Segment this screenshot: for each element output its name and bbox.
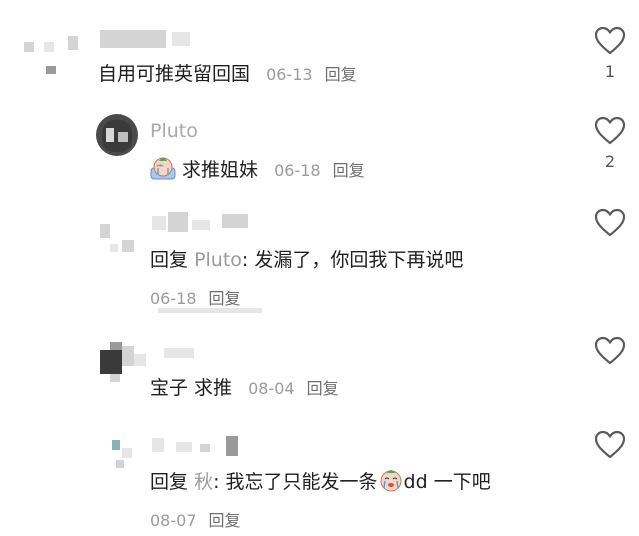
avatar[interactable] [96,114,138,156]
comment-text: 回复 秋: 我忘了只能发一条 dd 一下吧 [150,468,491,494]
like-control[interactable]: 2 [592,116,628,171]
reply-item: Pluto ᐡᐤᐡ 求推姐妹 06-18 回复 2 [0,110,639,200]
like-count: 2 [604,152,616,171]
comment-text: 回复 Pluto: 发漏了，你回我下再说吧 [150,248,463,272]
heart-icon[interactable] [594,26,626,56]
comment-body: : 发漏了，你回我下再说吧 [241,249,464,271]
reply-button[interactable]: 回复 [307,379,339,398]
reply-prefix: 回复 [150,249,189,271]
reply-item: 回复 Pluto: 发漏了，你回我下再说吧 06-18 回复 [0,200,639,330]
comment-date: 06-13 [266,65,313,84]
reply-button[interactable]: 回复 [209,511,241,530]
crying-sticker-icon: ᐡᐤᐡ [150,157,176,180]
heart-icon[interactable] [594,430,626,460]
like-control[interactable] [592,430,628,460]
like-control[interactable]: 1 [592,26,628,81]
heart-icon[interactable] [594,208,626,238]
comment-date: 06-18 [150,289,197,308]
avatar[interactable] [96,210,140,254]
username-redacted[interactable] [100,30,196,50]
comment-meta: 08-07 回复 [150,508,241,533]
mention-link[interactable]: Pluto [194,249,242,271]
like-count: 1 [604,62,616,81]
avatar[interactable] [100,432,144,472]
reply-item: 回复 秋: 我忘了只能发一条 dd 一下吧 08-07 回复 [0,424,639,536]
mention-link[interactable]: 秋 [194,471,213,493]
comment-date: 06-18 [274,161,321,180]
heart-icon[interactable] [594,116,626,146]
blur-artifact [158,308,268,314]
reply-prefix: 回复 [150,471,189,493]
username-redacted[interactable] [152,436,242,456]
reply-button[interactable]: 回复 [333,161,365,180]
like-control[interactable] [592,336,628,366]
reply-button[interactable]: 回复 [325,65,357,84]
comment-body: 宝子 求推 [150,377,233,399]
reply-item: 宝子 求推 08-04 回复 [0,330,639,424]
reply-button[interactable]: 回复 [209,289,241,308]
comment-text: 宝子 求推 08-04 回复 [150,376,339,401]
comment-date: 08-04 [248,379,295,398]
comment-body-suffix: dd 一下吧 [403,471,491,493]
avatar[interactable] [14,28,90,80]
comment-text: ᐡᐤᐡ 求推姐妹 06-18 回复 [150,156,365,183]
comment-body: 自用可推英留回国 [98,63,251,85]
comment-text: 自用可推英留回国 06-13 回复 [98,62,357,87]
like-control[interactable] [592,208,628,238]
avatar[interactable] [96,336,150,384]
username-redacted[interactable] [152,212,252,232]
comment-item: 自用可推英留回国 06-13 回复 1 [0,0,639,110]
comment-body: : 我忘了只能发一条 [213,471,378,493]
comment-date: 08-07 [150,511,197,530]
username[interactable]: Pluto [150,120,198,142]
username-redacted[interactable] [164,344,204,364]
comment-body: 求推姐妹 [182,159,259,181]
crying-sticker-icon [380,470,402,492]
heart-icon[interactable] [594,336,626,366]
